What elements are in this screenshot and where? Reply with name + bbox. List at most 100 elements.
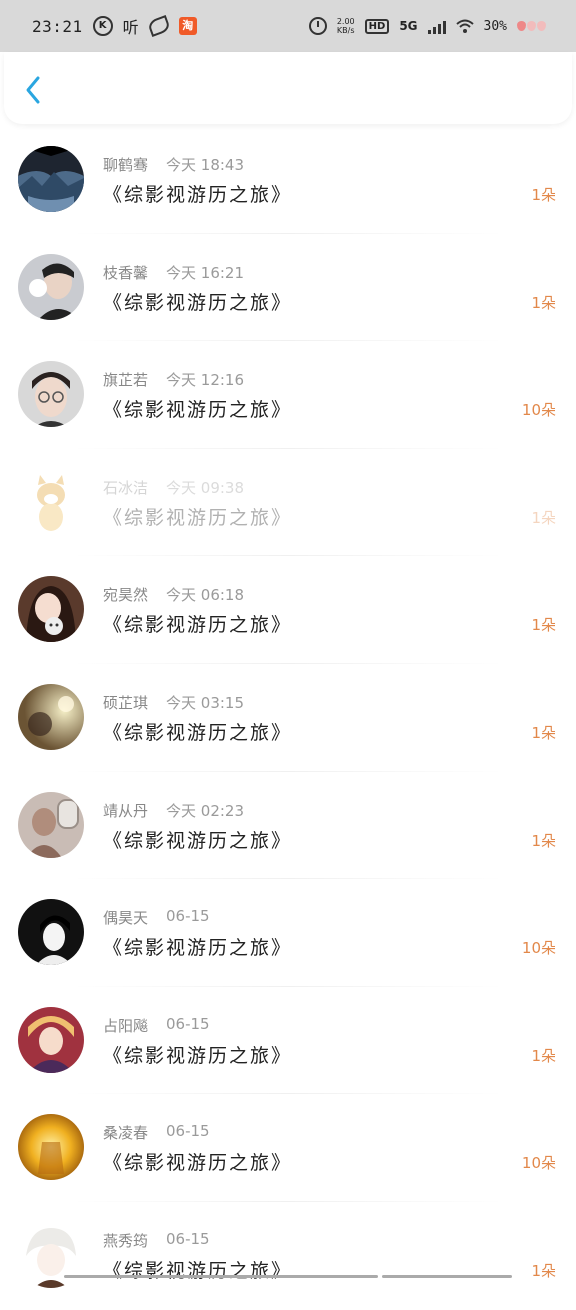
- status-bar: 23:21 K 听 淘 2.00 KB/s HD 5G 30%: [0, 0, 576, 52]
- list-item[interactable]: 聊鹤骞 今天 18:43 《综影视游历之旅》 1朵: [0, 126, 576, 234]
- hd-icon: HD: [364, 18, 390, 34]
- avatar[interactable]: [18, 683, 84, 750]
- sender-name: 偶昊天: [103, 909, 149, 928]
- bottom-indicator-right: [382, 1275, 512, 1278]
- name-line: 偶昊天 06-15: [103, 907, 210, 928]
- sender-name: 硕芷琪: [103, 693, 149, 712]
- list-item[interactable]: 宛昊然 今天 06:18 《综影视游历之旅》 1朵: [0, 556, 576, 664]
- book-title: 《综影视游历之旅》: [103, 506, 293, 529]
- sender-name: 燕秀筠: [103, 1231, 149, 1250]
- avatar[interactable]: [18, 468, 84, 535]
- name-line: 硕芷琪 今天 03:15: [103, 692, 244, 713]
- network-speed: 2.00 KB/s: [337, 17, 355, 35]
- bottom-indicator-left: [64, 1275, 378, 1278]
- timestamp: 06-15: [166, 907, 210, 926]
- avatar[interactable]: [18, 791, 84, 858]
- avatar[interactable]: [18, 1221, 84, 1288]
- list-item[interactable]: 硕芷琪 今天 03:15 《综影视游历之旅》 1朵: [0, 664, 576, 772]
- k-icon: K: [92, 16, 113, 36]
- flower-count: 10朵: [521, 1154, 556, 1173]
- back-button[interactable]: [18, 72, 50, 108]
- leaf-icon: [146, 15, 171, 37]
- list-item[interactable]: 石冰洁 今天 09:38 《综影视游历之旅》 1朵: [0, 449, 576, 557]
- flower-count: 1朵: [531, 293, 556, 312]
- avatar[interactable]: [18, 1006, 84, 1073]
- timestamp: 06-15: [166, 1122, 210, 1141]
- sender-name: 枝香馨: [103, 263, 149, 282]
- name-line: 旗芷若 今天 12:16: [103, 369, 244, 390]
- flower-count: 1朵: [531, 831, 556, 850]
- name-line: 枝香馨 今天 16:21: [103, 262, 244, 283]
- book-title: 《综影视游历之旅》: [103, 829, 293, 852]
- list-item[interactable]: 枝香馨 今天 16:21 《综影视游历之旅》 1朵: [0, 234, 576, 342]
- book-title: 《综影视游历之旅》: [103, 614, 293, 637]
- name-line: 靖从丹 今天 02:23: [103, 800, 244, 821]
- name-line: 石冰洁 今天 09:38: [103, 477, 244, 498]
- sender-name: 桑凌春: [103, 1124, 149, 1143]
- timestamp: 06-15: [166, 1014, 210, 1033]
- sender-name: 宛昊然: [103, 586, 149, 605]
- timestamp: 今天 09:38: [166, 478, 245, 497]
- ting-icon: 听: [122, 18, 139, 37]
- wifi-icon: [455, 19, 474, 33]
- signal-icon: [427, 18, 446, 34]
- list-item[interactable]: 旗芷若 今天 12:16 《综影视游历之旅》 10朵: [0, 341, 576, 449]
- flower-count: 1朵: [531, 616, 556, 635]
- book-title: 《综影视游历之旅》: [103, 721, 293, 744]
- avatar[interactable]: [18, 253, 84, 320]
- book-title: 《综影视游历之旅》: [103, 291, 293, 314]
- book-title: 《综影视游历之旅》: [103, 184, 293, 206]
- clock: 23:21: [32, 16, 83, 36]
- alarm-icon: [308, 17, 327, 35]
- status-left: 23:21 K 听 淘: [32, 0, 197, 52]
- list-item[interactable]: 占阳飚 06-15 《综影视游历之旅》 1朵: [0, 987, 576, 1095]
- name-line: 燕秀筠 06-15: [103, 1230, 210, 1251]
- battery-level: 30%: [483, 18, 507, 34]
- timestamp: 今天 12:16: [166, 371, 245, 390]
- timestamp: 今天 18:43: [166, 156, 245, 174]
- chevron-left-icon: [26, 76, 40, 104]
- list-item[interactable]: 桑凌春 06-15 《综影视游历之旅》 10朵: [0, 1094, 576, 1202]
- sender-name: 占阳飚: [103, 1016, 149, 1035]
- flower-count: 1朵: [531, 186, 556, 204]
- book-title: 《综影视游历之旅》: [103, 399, 293, 422]
- flower-count: 10朵: [521, 401, 556, 420]
- avatar[interactable]: [18, 361, 84, 428]
- avatar[interactable]: [18, 146, 84, 212]
- flower-count: 1朵: [531, 723, 556, 742]
- strawberry-icon: [517, 21, 546, 31]
- gift-list: 聊鹤骞 今天 18:43 《综影视游历之旅》 1朵 枝香馨 今天 16:21 《…: [0, 126, 576, 1310]
- flower-count: 1朵: [531, 1261, 556, 1280]
- avatar[interactable]: [18, 576, 84, 643]
- name-line: 聊鹤骞 今天 18:43: [103, 154, 244, 175]
- timestamp: 今天 06:18: [166, 586, 245, 605]
- avatar[interactable]: [18, 1114, 84, 1181]
- book-title: 《综影视游历之旅》: [103, 1152, 293, 1175]
- speed-unit: KB/s: [336, 26, 355, 35]
- avatar[interactable]: [18, 899, 84, 966]
- book-title: 《综影视游历之旅》: [103, 937, 293, 960]
- flower-count: 1朵: [531, 508, 556, 527]
- name-line: 桑凌春 06-15: [103, 1122, 210, 1143]
- taobao-icon: 淘: [178, 17, 197, 35]
- flower-count: 10朵: [521, 939, 556, 958]
- sender-name: 旗芷若: [103, 371, 149, 390]
- list-item[interactable]: 偶昊天 06-15 《综影视游历之旅》 10朵: [0, 879, 576, 987]
- book-title: 《综影视游历之旅》: [103, 1259, 293, 1282]
- name-line: 宛昊然 今天 06:18: [103, 584, 244, 605]
- flower-count: 1朵: [531, 1046, 556, 1065]
- top-bar: [4, 52, 572, 124]
- book-title: 《综影视游历之旅》: [103, 1044, 293, 1067]
- timestamp: 06-15: [166, 1229, 210, 1248]
- sender-name: 石冰洁: [103, 478, 149, 497]
- timestamp: 今天 03:15: [166, 693, 245, 712]
- sender-name: 靖从丹: [103, 801, 149, 820]
- sender-name: 聊鹤骞: [103, 156, 149, 174]
- network-type: 5G: [399, 19, 418, 33]
- status-right: 2.00 KB/s HD 5G 30%: [308, 0, 546, 52]
- list-item[interactable]: 靖从丹 今天 02:23 《综影视游历之旅》 1朵: [0, 772, 576, 880]
- timestamp: 今天 02:23: [166, 801, 245, 820]
- timestamp: 今天 16:21: [166, 263, 245, 282]
- name-line: 占阳飚 06-15: [103, 1015, 210, 1036]
- list-item[interactable]: 燕秀筠 06-15 《综影视游历之旅》 1朵: [0, 1202, 576, 1310]
